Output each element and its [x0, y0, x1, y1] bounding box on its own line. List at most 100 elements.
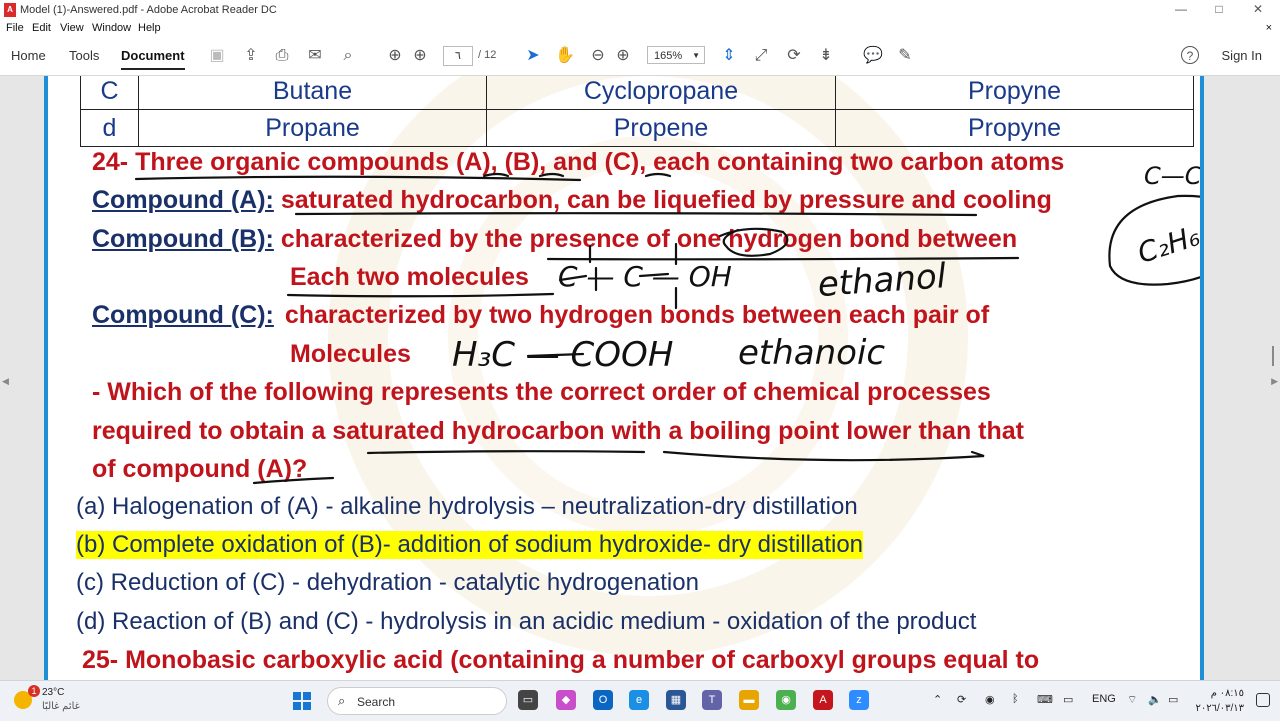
menu-help[interactable]: Help — [138, 22, 161, 34]
compound-b-text: characterized by the presence of one hyd… — [280, 225, 1018, 253]
display-icon[interactable]: ▭ — [1063, 693, 1073, 706]
wifi-icon[interactable]: ⌔ — [1127, 693, 1137, 707]
menu-file[interactable]: File — [6, 22, 24, 34]
rotate-icon[interactable]: ⟳ — [783, 45, 805, 67]
chrome-icon[interactable]: ◉ — [776, 690, 796, 710]
comment-icon[interactable]: 💬 — [862, 45, 884, 67]
hand-tool-icon[interactable]: ✋ — [554, 45, 576, 67]
save-icon[interactable]: ▣ — [206, 45, 228, 67]
close-button[interactable]: ✕ — [1243, 2, 1273, 16]
clock-date: ٢٠٢٦/٠٣/١٣ — [1195, 703, 1244, 714]
tab-tools[interactable]: Tools — [69, 48, 99, 63]
upload-icon[interactable]: ⇪ — [240, 45, 262, 67]
sync-icon[interactable]: ⟳ — [957, 693, 966, 706]
menu-bar: File Edit View Window Help × — [0, 20, 1280, 36]
search-placeholder: Search — [357, 695, 396, 709]
sign-in-link[interactable]: Sign In — [1222, 48, 1262, 63]
volume-icon[interactable]: 🔈 — [1148, 693, 1162, 706]
bluetooth-icon[interactable]: ᛒ — [1012, 693, 1019, 705]
menu-window[interactable]: Window — [92, 22, 131, 34]
table-cell: Propyne — [835, 76, 1194, 110]
minimize-button[interactable]: — — [1166, 2, 1196, 16]
taskbar-search-box[interactable]: ⌕ Search — [327, 687, 507, 715]
previous-page-icon[interactable]: ⊕ — [384, 45, 406, 67]
notifications-icon[interactable] — [1256, 693, 1270, 707]
menu-edit[interactable]: Edit — [32, 22, 51, 34]
question-stem: Three organic compounds (A), (B), and (C… — [135, 148, 1065, 176]
compound-b-line: Compound (B): characterized by the prese… — [92, 225, 1017, 254]
weather-temperature: 23°C — [42, 687, 65, 698]
tab-document[interactable]: Document — [121, 48, 185, 70]
system-clock[interactable]: ٠٨:١٥ م ٢٠٢٦/٠٣/١٣ — [1195, 686, 1244, 716]
document-viewer[interactable]: ◀ ▶ C Butane Cyclopropane Propyne d Prop… — [0, 76, 1280, 680]
chevron-right-icon[interactable]: ▶ — [1271, 376, 1278, 387]
question-number: 24- — [92, 148, 129, 176]
select-cursor-icon[interactable]: ➤ — [522, 45, 544, 67]
tab-home[interactable]: Home — [11, 48, 46, 63]
edge-icon[interactable]: e — [629, 690, 649, 710]
question-line-2: required to obtain a saturated hydrocarb… — [92, 417, 1024, 445]
search-icon[interactable]: ⌕ — [337, 45, 359, 67]
table-cell: Propyne — [835, 109, 1194, 147]
next-page-icon[interactable]: ⊕ — [409, 45, 431, 67]
scrolling-mode-icon[interactable]: ⇟ — [815, 45, 837, 67]
circle-stroke — [1108, 194, 1200, 286]
compound-c-label: Compound (C): — [92, 301, 274, 329]
file-explorer-icon[interactable]: ▬ — [739, 690, 759, 710]
compound-a-text: saturated hydrocarbon, can be liquefied … — [280, 186, 1052, 214]
maximize-button[interactable]: □ — [1204, 2, 1234, 16]
zoom-out-icon[interactable]: ⊖ — [587, 45, 609, 67]
question-25-stem: 25- Monobasic carboxylic acid (containin… — [82, 646, 1040, 674]
compound-c-text: characterized by two hydrogen bonds betw… — [284, 301, 990, 329]
table-cell: C — [80, 76, 139, 110]
keyboard-icon[interactable]: ⌨ — [1037, 693, 1053, 706]
table-row: d Propane Propene Propyne — [80, 109, 1194, 147]
print-icon[interactable]: ⎙ — [271, 45, 293, 67]
compound-b-label: Compound (B): — [92, 225, 274, 253]
weather-condition: غائم غالبًا — [42, 701, 80, 712]
page-number-input[interactable]: ٦ — [443, 46, 473, 66]
choice-a: (a) Halogenation of (A) - alkaline hydro… — [76, 493, 858, 520]
compound-c-line: Compound (C): characterized by two hydro… — [92, 301, 989, 330]
email-icon[interactable]: ✉ — [304, 45, 326, 67]
toolbar: Home Tools Document ▣ ⇪ ⎙ ✉ ⌕ ⊕ ⊕ ٦ / 12… — [0, 37, 1280, 76]
zoom-in-icon[interactable]: ⊕ — [612, 45, 634, 67]
choice-d: (d) Reaction of (B) and (C) - hydrolysis… — [76, 608, 977, 635]
close-document-icon[interactable]: × — [1266, 22, 1272, 34]
acrobat-taskbar-icon[interactable]: A — [813, 690, 833, 710]
fit-page-icon[interactable]: ⇕ — [718, 45, 740, 67]
outlook-icon[interactable]: O — [593, 690, 613, 710]
zoom-app-icon[interactable]: z — [849, 690, 869, 710]
page-count: / 12 — [478, 49, 497, 61]
windows-taskbar: 1 23°C غائم غالبًا ⌕ Search ▭ ◆ O e ▦ T … — [0, 680, 1280, 721]
zoom-tray-icon[interactable]: ◉ — [985, 693, 995, 706]
question-line-1: - Which of the following represents the … — [92, 378, 991, 406]
question-line-3: of compound (A)? — [92, 455, 308, 483]
table-cell: Propane — [138, 109, 487, 147]
zoom-level-select[interactable]: 165% ▼ — [647, 46, 705, 64]
zoom-level-value: 165% — [654, 50, 683, 62]
answer-options-table: C Butane Cyclopropane Propyne d Propane … — [80, 76, 1194, 147]
battery-icon[interactable]: ▭ — [1168, 693, 1178, 706]
acrobat-app-icon: A — [4, 3, 16, 17]
question-24-stem: 24- Three organic compounds (A), (B), an… — [92, 148, 1064, 177]
title-bar: A Model (1)-Answered.pdf - Adobe Acrobat… — [0, 0, 1280, 20]
copilot-icon[interactable]: ◆ — [556, 690, 576, 710]
scrollbar-thumb[interactable] — [1272, 346, 1274, 366]
store-icon[interactable]: ▦ — [666, 690, 686, 710]
notification-badge: 1 — [28, 685, 40, 697]
chevron-left-icon[interactable]: ◀ — [2, 376, 9, 387]
table-cell: Cyclopropane — [486, 76, 836, 110]
choice-c: (c) Reduction of (C) - dehydration - cat… — [76, 569, 699, 596]
chevron-up-icon[interactable]: ⌃ — [933, 693, 942, 706]
help-icon[interactable]: ? — [1181, 46, 1199, 64]
language-indicator[interactable]: ENG — [1092, 693, 1116, 705]
pen-icon[interactable]: ✎ — [894, 45, 916, 67]
menu-view[interactable]: View — [60, 22, 84, 34]
search-icon: ⌕ — [338, 693, 346, 708]
start-windows-icon[interactable] — [293, 692, 311, 710]
task-view-icon[interactable]: ▭ — [518, 690, 538, 710]
teams-icon[interactable]: T — [702, 690, 722, 710]
compound-b-continuation: Each two molecules — [290, 263, 529, 291]
full-screen-icon[interactable]: ⤢ — [750, 45, 772, 67]
